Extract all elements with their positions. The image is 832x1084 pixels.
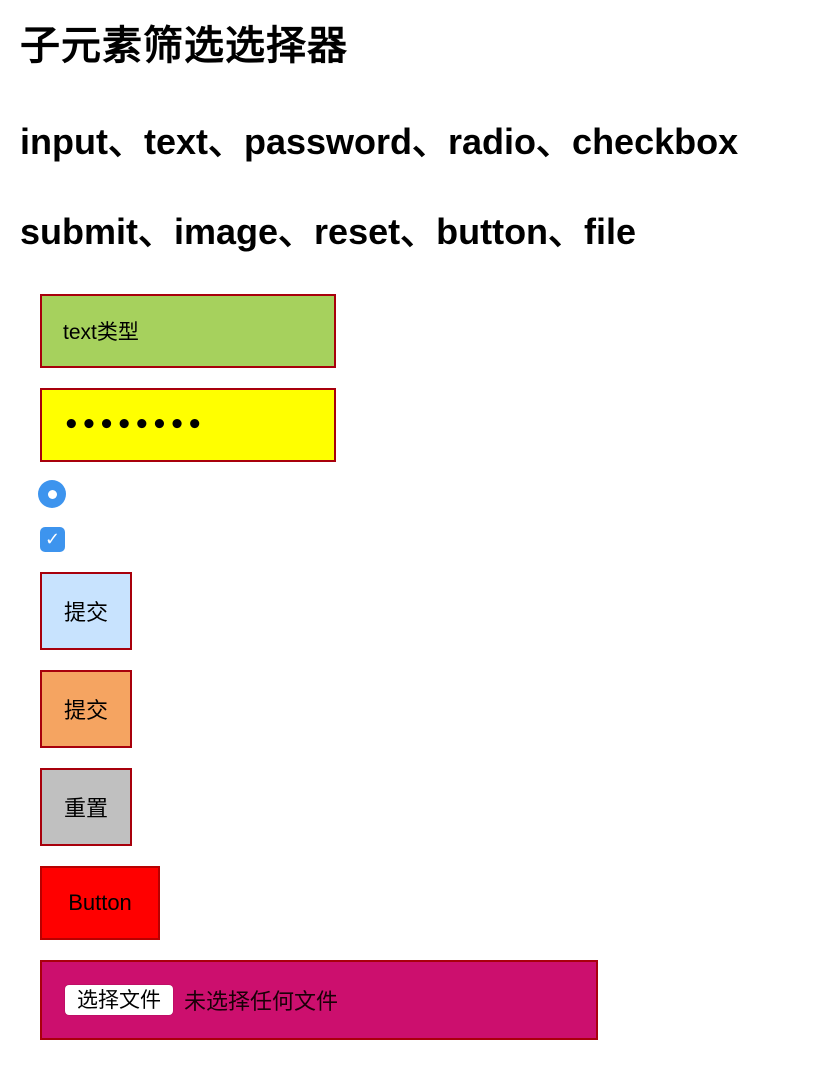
checkmark-icon: ✓ [44, 528, 61, 550]
choose-file-button[interactable]: 选择文件 [65, 985, 173, 1015]
image-submit-button[interactable]: 提交 [40, 670, 132, 748]
subtitle-input-types-1: input、text、password、radio、checkbox [20, 121, 739, 162]
text-input[interactable]: text类型 [40, 294, 336, 368]
file-status-text: 未选择任何文件 [184, 990, 339, 1015]
radio-selected-dot-icon [47, 489, 57, 499]
subtitle-input-types-2: submit、image、reset、button、file [20, 211, 637, 252]
file-input: 选择文件 未选择任何文件 [40, 960, 598, 1040]
page-title: 子元素筛选选择器 [20, 23, 348, 69]
plain-button-label: Button [68, 890, 132, 915]
password-masked-value: •••••••• [63, 410, 204, 440]
plain-button[interactable]: Button [40, 866, 160, 940]
image-submit-button-label: 提交 [63, 699, 108, 724]
radio-button[interactable] [38, 480, 66, 508]
submit-button-label: 提交 [63, 601, 108, 626]
checkbox[interactable]: ✓ [40, 527, 65, 552]
reset-button[interactable]: 重置 [40, 768, 132, 846]
submit-button[interactable]: 提交 [40, 572, 132, 650]
password-input[interactable]: •••••••• [40, 388, 336, 462]
reset-button-label: 重置 [63, 797, 108, 822]
text-input-value: text类型 [63, 321, 139, 344]
